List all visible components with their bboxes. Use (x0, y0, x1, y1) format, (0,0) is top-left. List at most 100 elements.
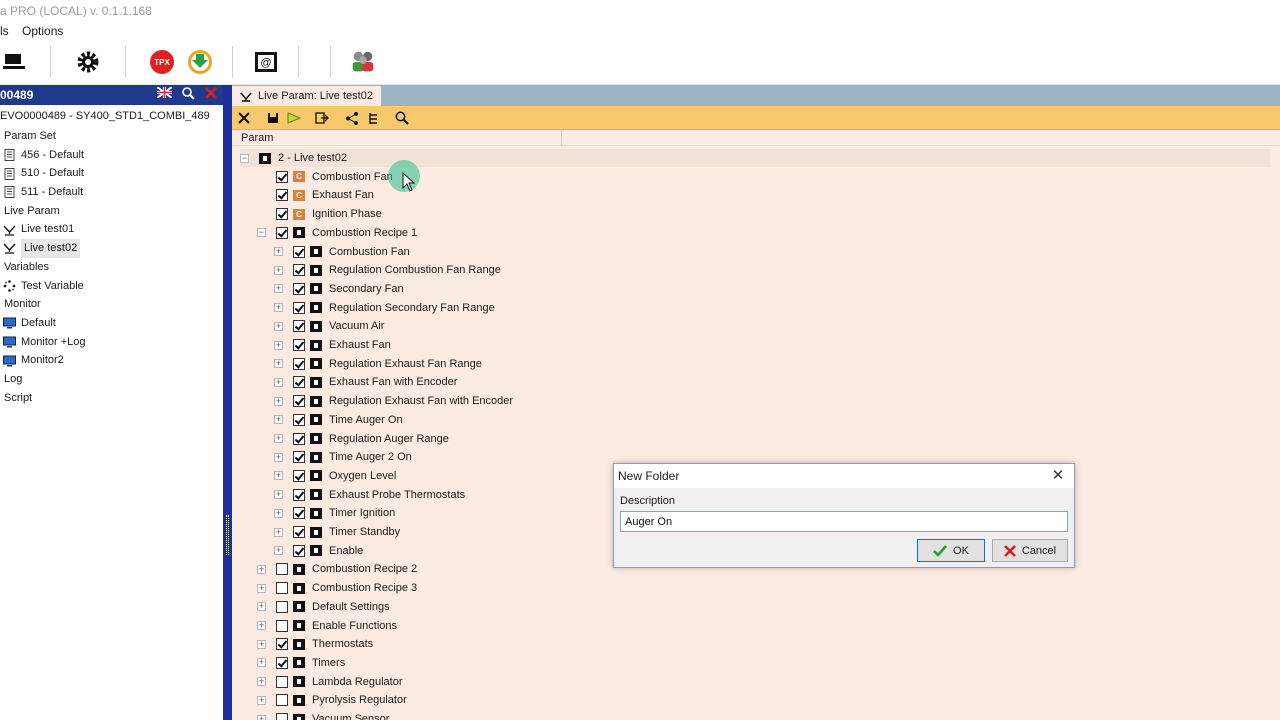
nav-item[interactable]: Script (0, 389, 223, 408)
expand-icon[interactable]: + (274, 452, 283, 462)
nav-item[interactable]: Monitor (0, 295, 223, 314)
param-row[interactable]: + Timers (257, 654, 345, 672)
expand-icon[interactable]: + (274, 490, 283, 500)
nav-item[interactable]: Variables (0, 258, 223, 277)
expand-icon[interactable]: + (274, 303, 283, 313)
share-icon[interactable] (344, 110, 360, 126)
tools-icon[interactable] (236, 110, 252, 126)
nav-item[interactable]: Log (0, 370, 223, 389)
param-checkbox[interactable] (293, 395, 305, 408)
param-checkbox[interactable] (293, 469, 305, 482)
param-checkbox[interactable] (276, 170, 288, 183)
expand-icon[interactable]: + (274, 284, 283, 294)
param-row[interactable]: + Regulation Combustion Fan Range (274, 261, 501, 279)
param-row[interactable]: + Secondary Fan (274, 280, 404, 298)
param-row[interactable]: + Time Auger 2 On (274, 448, 412, 466)
param-checkbox[interactable] (276, 189, 288, 202)
param-checkbox[interactable] (276, 208, 288, 221)
param-checkbox[interactable] (276, 638, 288, 651)
column-header-param[interactable]: Param (232, 130, 1280, 146)
param-checkbox[interactable] (276, 694, 288, 707)
nav-item[interactable]: 510 - Default (0, 164, 223, 183)
panel-splitter[interactable] (223, 85, 232, 720)
expand-icon[interactable]: + (274, 265, 283, 275)
param-row[interactable]: + Lambda Regulator (257, 673, 403, 691)
expand-icon[interactable]: + (257, 714, 266, 720)
param-row[interactable]: + Timer Standby (274, 523, 400, 541)
param-row[interactable]: C Exhaust Fan (257, 186, 374, 204)
save-icon[interactable] (265, 110, 281, 126)
expand-icon[interactable]: + (274, 471, 283, 481)
close-icon[interactable] (205, 87, 217, 99)
expand-icon[interactable]: + (274, 508, 283, 518)
param-checkbox[interactable] (293, 301, 305, 314)
tab-live-param[interactable]: Live Param: Live test02 (232, 86, 381, 106)
param-checkbox[interactable] (293, 488, 305, 501)
param-checkbox[interactable] (293, 526, 305, 538)
param-row[interactable]: C Ignition Phase (257, 205, 382, 223)
menu-tools[interactable]: ls (0, 24, 9, 38)
flag-uk-icon[interactable] (157, 87, 172, 98)
find-icon[interactable] (394, 110, 410, 126)
expand-icon[interactable]: + (274, 527, 283, 537)
param-row[interactable]: + Exhaust Fan (274, 336, 391, 354)
param-row[interactable]: + Regulation Exhaust Fan Range (274, 355, 482, 373)
nav-item[interactable]: Test Variable (0, 277, 223, 296)
param-checkbox[interactable] (293, 507, 305, 520)
gear-icon[interactable] (74, 48, 102, 76)
param-row[interactable]: + Enable (274, 542, 363, 560)
users-icon[interactable] (349, 48, 377, 76)
collapse-icon[interactable]: − (257, 228, 266, 238)
param-row[interactable]: + Enable Functions (257, 617, 397, 635)
nav-item[interactable]: Param Set (0, 127, 223, 146)
param-row[interactable]: + Oxygen Level (274, 467, 396, 485)
param-checkbox[interactable] (293, 376, 305, 389)
ok-button[interactable]: OK (917, 539, 985, 562)
cancel-button[interactable]: Cancel (992, 539, 1068, 562)
param-checkbox[interactable] (293, 264, 305, 277)
param-row[interactable]: − Combustion Recipe 1 (257, 224, 417, 242)
param-row[interactable]: + Combustion Recipe 3 (257, 579, 417, 597)
param-row[interactable]: + Timer Ignition (274, 504, 395, 522)
expand-icon[interactable]: + (274, 377, 283, 387)
param-checkbox[interactable] (276, 619, 288, 632)
expand-icon[interactable]: + (257, 658, 266, 668)
param-row[interactable]: + Combustion Recipe 2 (257, 560, 417, 578)
param-row[interactable]: + Default Settings (257, 598, 390, 616)
param-checkbox[interactable] (276, 675, 288, 688)
param-checkbox[interactable] (293, 339, 305, 351)
expand-icon[interactable]: + (274, 546, 283, 556)
nav-item[interactable]: 456 - Default (0, 146, 223, 165)
expand-icon[interactable]: + (274, 247, 283, 256)
collapse-icon[interactable]: − (240, 153, 249, 163)
nav-item[interactable]: Monitor +Log (0, 333, 223, 352)
expand-icon[interactable]: + (257, 677, 266, 687)
expand-icon[interactable]: + (257, 621, 266, 630)
param-checkbox[interactable] (293, 451, 305, 464)
expand-icon[interactable]: + (257, 564, 266, 574)
param-checkbox[interactable] (276, 582, 288, 595)
description-input[interactable] (620, 511, 1068, 532)
param-checkbox[interactable] (293, 320, 305, 333)
param-checkbox[interactable] (293, 357, 305, 370)
download-icon[interactable] (186, 48, 214, 76)
expand-icon[interactable]: + (257, 583, 266, 593)
param-row[interactable]: + Exhaust Probe Thermostats (274, 486, 465, 504)
param-checkbox[interactable] (293, 282, 305, 295)
menu-options[interactable]: Options (22, 24, 63, 38)
param-checkbox[interactable] (276, 656, 288, 669)
param-row[interactable]: C Combustion Fan (257, 168, 393, 186)
param-row[interactable]: + Thermostats (257, 635, 373, 653)
email-module-icon[interactable]: @ (252, 48, 280, 76)
expand-icon[interactable]: + (274, 359, 283, 369)
nav-item[interactable]: Monitor2 (0, 351, 223, 370)
param-row[interactable]: + Regulation Secondary Fan Range (274, 299, 495, 317)
expand-icon[interactable]: + (274, 415, 283, 425)
param-checkbox[interactable] (293, 413, 305, 426)
expand-icon[interactable]: + (274, 434, 283, 443)
param-checkbox[interactable] (293, 245, 305, 258)
nav-item[interactable]: 511 - Default (0, 183, 223, 202)
run-icon[interactable] (286, 110, 302, 126)
param-row[interactable]: + Regulation Auger Range (274, 430, 449, 448)
nav-item[interactable]: Default (0, 314, 223, 333)
